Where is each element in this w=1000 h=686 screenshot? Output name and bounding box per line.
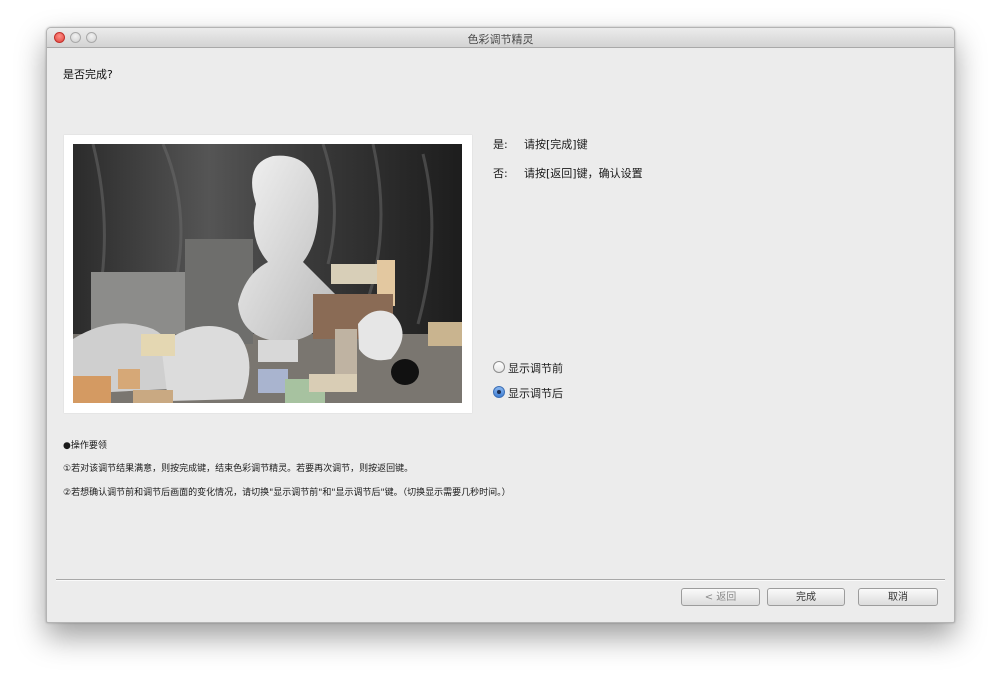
window-title: 色彩调节精灵 <box>467 33 534 46</box>
cancel-button[interactable]: 取消 <box>858 588 938 606</box>
answer-yes-text: 请按[完成]键 <box>524 138 588 151</box>
radio-show-before-label[interactable]: 显示调节前 <box>508 360 563 376</box>
preview-image-frame <box>64 135 472 413</box>
notes-line-1: ①若对该调节结果满意，则按完成键，结束色彩调节精灵。若要再次调节，则按返回键。 <box>63 464 414 474</box>
radio-show-after-indicator[interactable] <box>493 386 505 398</box>
answer-yes-key: 是: <box>493 138 508 151</box>
radio-show-before-indicator[interactable] <box>493 361 505 373</box>
back-button[interactable]: < 返回 <box>681 588 760 606</box>
footer-divider <box>56 579 945 581</box>
page-heading: 是否完成? <box>63 68 113 81</box>
radio-show-after-label[interactable]: 显示调节后 <box>508 385 563 401</box>
answer-no: 否: 请按[返回]键，确认设置 <box>493 165 693 180</box>
radio-show-before[interactable]: 显示调节前 <box>493 360 583 376</box>
answer-no-key: 否: <box>493 167 508 180</box>
radio-show-after[interactable]: 显示调节后 <box>493 385 583 401</box>
answer-no-text: 请按[返回]键，确认设置 <box>524 167 643 180</box>
answer-yes: 是: 请按[完成]键 <box>493 136 693 151</box>
preview-image <box>73 144 462 403</box>
wizard-window: 色彩调节精灵 是否完成? 是: 请按[完成]键 否: 请按[返回]键，确认设置 … <box>46 27 955 623</box>
notes-line-2: ②若想确认调节前和调节后画面的变化情况，请切换"显示调节前"和"显示调节后"键。… <box>63 488 511 498</box>
finish-button[interactable]: 完成 <box>767 588 845 606</box>
notes-title: ●操作要领 <box>63 441 107 451</box>
title-bar[interactable]: 色彩调节精灵 <box>47 28 954 48</box>
